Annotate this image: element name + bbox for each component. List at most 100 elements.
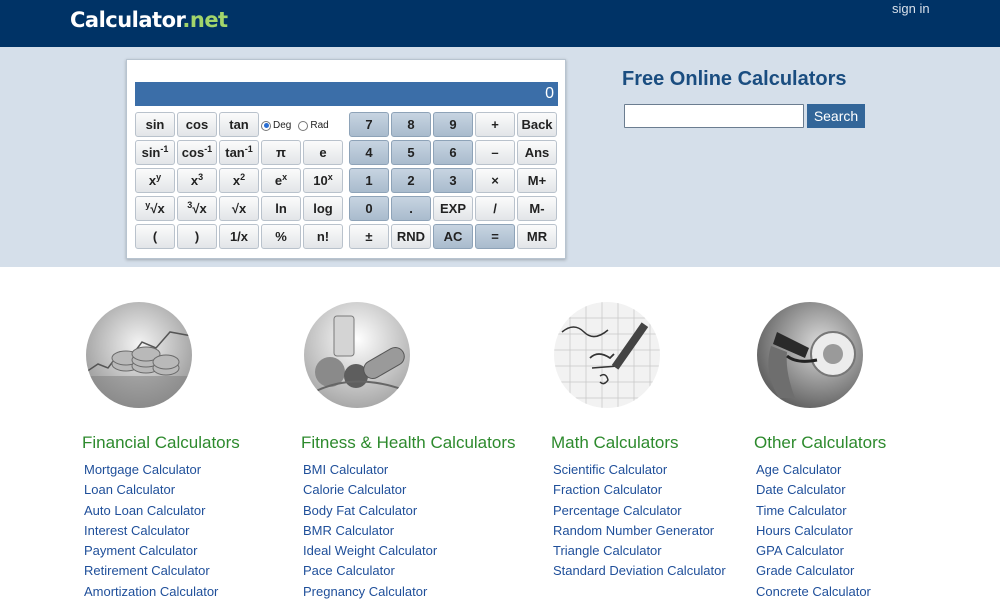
euler-button[interactable]: e: [303, 140, 343, 165]
equals-button[interactable]: =: [475, 224, 515, 249]
category-link-list: Age Calculator Date Calculator Time Calc…: [756, 462, 871, 600]
square-root-button[interactable]: √x: [219, 196, 259, 221]
category-link[interactable]: Time Calculator: [756, 503, 871, 523]
plus-minus-button[interactable]: ±: [349, 224, 389, 249]
nth-root-button[interactable]: y √x: [135, 196, 175, 221]
digit-2-button[interactable]: 2: [391, 168, 431, 193]
decimal-point-button[interactable]: .: [391, 196, 431, 221]
category-link[interactable]: Payment Calculator: [84, 543, 218, 563]
category-link[interactable]: Calorie Calculator: [303, 482, 437, 502]
memory-subtract-button[interactable]: M-: [517, 196, 557, 221]
category-link[interactable]: Retirement Calculator: [84, 563, 218, 583]
category-link[interactable]: Standard Deviation Calculator: [553, 563, 726, 583]
category-link[interactable]: Amortization Calculator: [84, 584, 218, 600]
multiply-button[interactable]: ×: [475, 168, 515, 193]
category-link[interactable]: Pace Calculator: [303, 563, 437, 583]
category-link[interactable]: BMR Calculator: [303, 523, 437, 543]
search-button[interactable]: Search: [807, 104, 865, 128]
pi-button[interactable]: π: [261, 140, 301, 165]
digit-9-button[interactable]: 9: [433, 112, 473, 137]
category-title[interactable]: Math Calculators: [551, 433, 679, 453]
cos-button[interactable]: cos: [177, 112, 217, 137]
sign-in-link[interactable]: sign in: [892, 1, 930, 16]
power-button[interactable]: xy: [135, 168, 175, 193]
divide-button[interactable]: /: [475, 196, 515, 221]
category-link[interactable]: Ideal Weight Calculator: [303, 543, 437, 563]
sin-button[interactable]: sin: [135, 112, 175, 137]
digit-0-button[interactable]: 0: [349, 196, 389, 221]
answer-button[interactable]: Ans: [517, 140, 557, 165]
rad-radio[interactable]: [298, 120, 309, 131]
arccos-button[interactable]: cos -1: [177, 140, 217, 165]
category-link[interactable]: Random Number Generator: [553, 523, 726, 543]
digit-1-button[interactable]: 1: [349, 168, 389, 193]
category-title[interactable]: Other Calculators: [754, 433, 886, 453]
fitness-icon[interactable]: [304, 302, 410, 408]
plus-button[interactable]: +: [475, 112, 515, 137]
open-paren-button[interactable]: (: [135, 224, 175, 249]
category-link-list: BMI Calculator Calorie Calculator Body F…: [303, 462, 437, 600]
minus-button[interactable]: –: [475, 140, 515, 165]
scientific-calculator: 0 sin cos tan Deg Rad 7 8 9 + Back sin -1…: [126, 59, 566, 259]
category-link[interactable]: Age Calculator: [756, 462, 871, 482]
backspace-button[interactable]: Back: [517, 112, 557, 137]
category-link[interactable]: Mortgage Calculator: [84, 462, 218, 482]
search-input[interactable]: [624, 104, 804, 128]
square-button[interactable]: x2: [219, 168, 259, 193]
random-button[interactable]: RND: [391, 224, 431, 249]
digit-5-button[interactable]: 5: [391, 140, 431, 165]
category-link[interactable]: BMI Calculator: [303, 462, 437, 482]
math-formula-icon[interactable]: [554, 302, 660, 408]
category-link[interactable]: Triangle Calculator: [553, 543, 726, 563]
logo-main: Calculator: [70, 8, 183, 32]
digit-7-button[interactable]: 7: [349, 112, 389, 137]
category-link[interactable]: GPA Calculator: [756, 543, 871, 563]
reciprocal-button[interactable]: 1/x: [219, 224, 259, 249]
category-title[interactable]: Financial Calculators: [82, 433, 240, 453]
all-clear-button[interactable]: AC: [433, 224, 473, 249]
cube-root-button[interactable]: 3 √x: [177, 196, 217, 221]
rad-label: Rad: [310, 120, 329, 131]
memory-recall-button[interactable]: MR: [517, 224, 557, 249]
category-link[interactable]: Loan Calculator: [84, 482, 218, 502]
log-button[interactable]: log: [303, 196, 343, 221]
category-link[interactable]: Body Fat Calculator: [303, 503, 437, 523]
deg-radio[interactable]: [261, 120, 271, 131]
category-link[interactable]: Percentage Calculator: [553, 503, 726, 523]
digit-3-button[interactable]: 3: [433, 168, 473, 193]
calculator-display: 0: [135, 82, 558, 106]
category-title[interactable]: Fitness & Health Calculators: [301, 433, 515, 453]
digit-4-button[interactable]: 4: [349, 140, 389, 165]
category-link[interactable]: Interest Calculator: [84, 523, 218, 543]
factorial-button[interactable]: n!: [303, 224, 343, 249]
top-bar: Calculator.net sign in: [0, 0, 1000, 47]
category-link[interactable]: Auto Loan Calculator: [84, 503, 218, 523]
percent-button[interactable]: %: [261, 224, 301, 249]
ln-button[interactable]: ln: [261, 196, 301, 221]
category-link[interactable]: Grade Calculator: [756, 563, 871, 583]
cube-button[interactable]: x3: [177, 168, 217, 193]
category-link[interactable]: Date Calculator: [756, 482, 871, 502]
close-paren-button[interactable]: ): [177, 224, 217, 249]
power-of-ten-button[interactable]: 10 x: [303, 168, 343, 193]
category-link[interactable]: Pregnancy Calculator: [303, 584, 437, 600]
arctan-button[interactable]: tan -1: [219, 140, 259, 165]
digit-8-button[interactable]: 8: [391, 112, 431, 137]
memory-add-button[interactable]: M+: [517, 168, 557, 193]
category-link[interactable]: Concrete Calculator: [756, 584, 871, 600]
category-link-list: Scientific Calculator Fraction Calculato…: [553, 462, 726, 584]
category-link[interactable]: Fraction Calculator: [553, 482, 726, 502]
digit-6-button[interactable]: 6: [433, 140, 473, 165]
tan-button[interactable]: tan: [219, 112, 259, 137]
angle-mode-toggle: Deg Rad: [261, 120, 329, 131]
exp-button[interactable]: EXP: [433, 196, 473, 221]
fuel-pump-icon[interactable]: [757, 302, 863, 408]
arcsin-button[interactable]: sin -1: [135, 140, 175, 165]
logo-tld: .net: [182, 8, 228, 32]
category-link[interactable]: Scientific Calculator: [553, 462, 726, 482]
category-link-list: Mortgage Calculator Loan Calculator Auto…: [84, 462, 218, 600]
exp-e-button[interactable]: ex: [261, 168, 301, 193]
site-logo[interactable]: Calculator.net: [70, 8, 228, 32]
coins-icon[interactable]: [86, 302, 192, 408]
category-link[interactable]: Hours Calculator: [756, 523, 871, 543]
